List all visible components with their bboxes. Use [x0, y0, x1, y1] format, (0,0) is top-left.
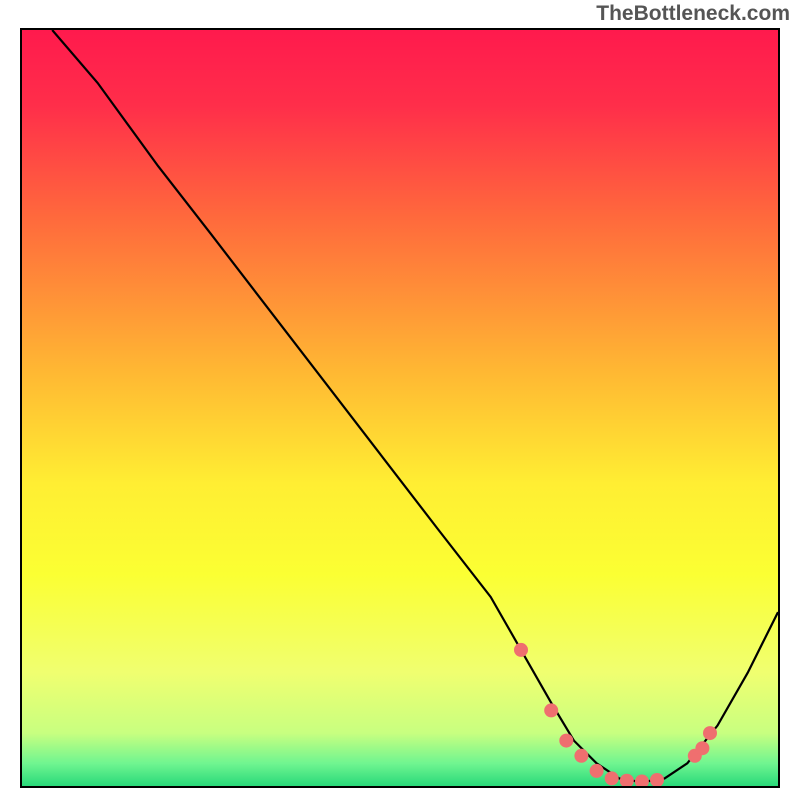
gradient-background [22, 30, 778, 786]
marker-dot [590, 764, 604, 778]
watermark-text: TheBottleneck.com [596, 2, 790, 26]
marker-dot [574, 749, 588, 763]
marker-dot [559, 734, 573, 748]
plot-area [20, 28, 780, 788]
marker-dot [605, 771, 619, 785]
marker-dot [703, 726, 717, 740]
marker-dot [514, 643, 528, 657]
marker-dot [544, 703, 558, 717]
chart-container: TheBottleneck.com [0, 0, 800, 800]
chart-svg [22, 30, 778, 786]
marker-dot [695, 741, 709, 755]
